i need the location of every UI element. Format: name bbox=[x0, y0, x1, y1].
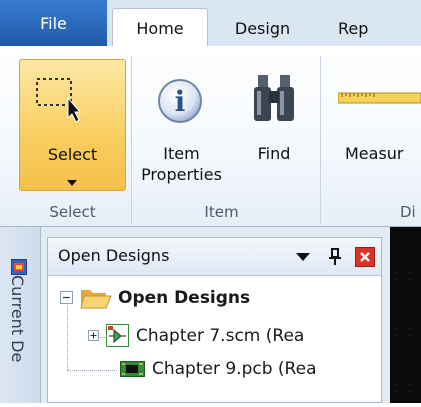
item-properties-label-line1: Item bbox=[163, 144, 200, 163]
close-icon bbox=[360, 252, 370, 262]
item-properties-label-line2: Properties bbox=[141, 165, 222, 184]
pin-icon[interactable] bbox=[329, 248, 341, 265]
ruler-icon bbox=[338, 92, 421, 104]
measure-label: Measur bbox=[345, 144, 404, 163]
panel-header: Open Designs bbox=[48, 238, 381, 276]
side-tab-label: Current De bbox=[8, 275, 27, 363]
tree-root-label: Open Designs bbox=[118, 288, 251, 308]
group-label-di: Di bbox=[400, 203, 416, 221]
current-design-side-tab[interactable]: Current De bbox=[0, 227, 41, 403]
design-canvas[interactable] bbox=[390, 227, 421, 403]
tab-report[interactable]: Rep bbox=[338, 11, 421, 46]
workspace-area: Current De Open Designs Open Designs Cha… bbox=[0, 227, 421, 403]
tab-file[interactable]: File bbox=[0, 0, 107, 46]
measure-button[interactable]: Measur bbox=[330, 59, 421, 194]
canvas-grid bbox=[395, 237, 411, 403]
group-separator bbox=[131, 56, 132, 224]
open-folder-icon bbox=[80, 290, 112, 309]
info-icon: i bbox=[158, 79, 202, 123]
panel-title: Open Designs bbox=[58, 246, 170, 265]
group-label-select: Select bbox=[49, 203, 96, 221]
collapse-icon[interactable] bbox=[60, 291, 74, 305]
close-button[interactable] bbox=[355, 247, 375, 267]
expand-icon[interactable] bbox=[88, 330, 100, 342]
tree-item-chapter7[interactable]: Chapter 7.scm (Rea bbox=[88, 324, 304, 348]
chevron-down-icon[interactable] bbox=[296, 253, 310, 261]
select-rectangle-icon bbox=[36, 78, 82, 123]
select-label: Select bbox=[47, 145, 98, 164]
tree-item-chapter9[interactable]: Chapter 9.pcb (Rea bbox=[120, 359, 316, 379]
tab-home[interactable]: Home bbox=[112, 8, 208, 47]
svg-text:i: i bbox=[175, 85, 186, 118]
schematic-icon bbox=[106, 324, 129, 347]
group-separator bbox=[320, 56, 321, 224]
item-properties-button[interactable]: i Item Properties bbox=[134, 59, 229, 194]
tree-connector bbox=[67, 370, 117, 371]
open-designs-panel: Open Designs Open Designs Chapter 7.scm … bbox=[47, 237, 382, 403]
tree-connector bbox=[67, 300, 68, 370]
ribbon-home: Select Select i Item Properties Find Ite… bbox=[0, 46, 421, 227]
find-button[interactable]: Find bbox=[240, 59, 308, 194]
design-window-icon bbox=[11, 259, 27, 275]
select-button[interactable]: Select bbox=[19, 59, 126, 191]
dropdown-arrow-icon bbox=[67, 170, 77, 191]
tree-item-label: Chapter 7.scm (Rea bbox=[136, 326, 305, 346]
ribbon-tab-strip: File Home Design Rep bbox=[0, 0, 421, 47]
pcb-icon bbox=[120, 361, 145, 377]
group-label-item: Item bbox=[204, 203, 239, 221]
tab-design[interactable]: Design bbox=[210, 11, 315, 46]
tree-item-label: Chapter 9.pcb (Rea bbox=[152, 359, 317, 379]
find-label: Find bbox=[257, 144, 291, 163]
binoculars-icon bbox=[254, 75, 294, 121]
tree-root[interactable]: Open Designs bbox=[60, 286, 250, 310]
